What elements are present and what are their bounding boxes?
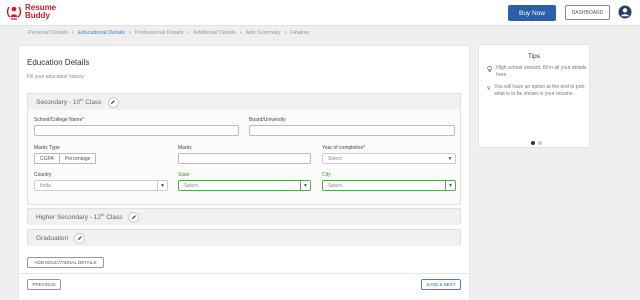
year-of-completion-label: Year of completion* (322, 145, 366, 151)
tip-item: High school onward, fill in all your det… (487, 65, 587, 78)
state-select[interactable]: Select... ▼ (178, 180, 311, 191)
board-university-input[interactable] (249, 125, 455, 136)
page-subtitle: Fill your education history (27, 74, 84, 80)
tip-text: High school onward, fill in all your det… (496, 65, 587, 78)
chevron-right-icon: › (187, 30, 190, 36)
tips-panel: Tips High school onward, fill in all you… (478, 44, 590, 148)
school-name-input[interactable] (34, 125, 239, 136)
dashboard-button[interactable]: DASHBOARD (565, 5, 610, 20)
logo-text: Resume Buddy (25, 4, 56, 20)
breadcrumb-additional-details[interactable]: Additional Details (193, 30, 236, 36)
education-details-card: Education Details Fill your education hi… (18, 45, 470, 300)
divider (19, 273, 469, 274)
breadcrumb-finalise[interactable]: Finalise (290, 30, 309, 36)
edit-pencil-icon[interactable] (74, 232, 86, 244)
lightbulb-icon (487, 86, 491, 90)
caret-down-icon: ▼ (447, 155, 453, 162)
year-of-completion-select[interactable]: Select ▼ (322, 153, 456, 164)
lightbulb-icon (487, 65, 492, 72)
page-title: Education Details (27, 58, 90, 67)
city-select[interactable]: Select... ▼ (322, 180, 456, 191)
caret-down-icon: ▼ (445, 181, 455, 190)
chevron-right-icon: › (72, 30, 74, 36)
marks-type-label: Marks Type (34, 145, 60, 151)
graduation-section-title: Graduation (36, 234, 69, 242)
country-select[interactable]: India ▼ (34, 180, 168, 191)
chevron-right-icon: › (239, 30, 242, 36)
caret-down-icon: ▼ (157, 181, 167, 190)
city-select-placeholder: Select... (328, 182, 347, 189)
marks-type-toggle: CGPA Percentage (34, 153, 97, 164)
country-select-value: India (40, 182, 51, 189)
logo-mark-icon (6, 6, 22, 20)
resume-buddy-logo[interactable]: Resume Buddy (6, 3, 66, 23)
marks-label: Marks (178, 145, 192, 151)
graduation-section[interactable]: Graduation (27, 229, 461, 246)
state-label: State (178, 172, 190, 178)
marks-type-cgpa-option[interactable]: CGPA (34, 153, 60, 164)
secondary-education-section: Secondary - 10th Class School/College Na… (27, 93, 461, 205)
marks-input[interactable] (178, 153, 311, 164)
breadcrumb-personal-details[interactable]: Personal Details (28, 30, 68, 36)
buy-now-button[interactable]: Buy Now (508, 5, 556, 21)
breadcrumb-add-summary[interactable]: Add Summary (246, 30, 281, 36)
graduation-section-header[interactable]: Graduation (28, 230, 460, 246)
year-select-placeholder: Select (328, 155, 342, 162)
country-label: Country (34, 172, 52, 178)
tip-item: You will have an option at the end to pi… (487, 84, 587, 97)
edit-pencil-icon[interactable] (107, 96, 119, 108)
board-university-label: Board/University (249, 117, 286, 123)
caret-down-icon: ▼ (300, 181, 310, 190)
higher-secondary-section-header[interactable]: Higher Secondary - 12th Class (28, 209, 460, 225)
carousel-dot[interactable] (538, 141, 542, 145)
city-label: City (322, 172, 331, 178)
tip-text: You will have an option at the end to pi… (494, 84, 585, 97)
breadcrumb: Personal Details › Educational Details ›… (28, 28, 309, 38)
breadcrumb-educational-details[interactable]: Educational Details (78, 30, 125, 36)
edit-pencil-icon[interactable] (128, 211, 140, 223)
secondary-section-header[interactable]: Secondary - 10th Class (28, 94, 460, 110)
chevron-right-icon: › (128, 30, 131, 36)
carousel-dots (531, 141, 542, 145)
previous-button[interactable]: PREVIOUS (27, 279, 61, 290)
add-educational-details-button[interactable]: ADD EDUCATIONAL DETAILS (27, 257, 104, 268)
secondary-section-title: Secondary - 10th Class (36, 97, 102, 107)
state-select-placeholder: Select... (184, 182, 203, 189)
chevron-right-icon: › (284, 30, 287, 36)
top-header: Resume Buddy Buy Now DASHBOARD (0, 0, 640, 26)
tips-title: Tips (527, 53, 541, 60)
account-circle-icon[interactable] (618, 5, 632, 19)
logo-text-line2: Buddy (25, 11, 50, 20)
higher-secondary-section-title: Higher Secondary - 12th Class (36, 212, 123, 222)
marks-type-percentage-option[interactable]: Percentage (59, 153, 97, 164)
higher-secondary-section[interactable]: Higher Secondary - 12th Class (27, 208, 461, 225)
school-name-label: School/College Name* (34, 117, 85, 123)
breadcrumb-professional-details[interactable]: Professional Details (135, 30, 184, 36)
carousel-dot-active[interactable] (531, 141, 535, 145)
save-and-next-button[interactable]: SAVE & NEXT (421, 279, 461, 290)
